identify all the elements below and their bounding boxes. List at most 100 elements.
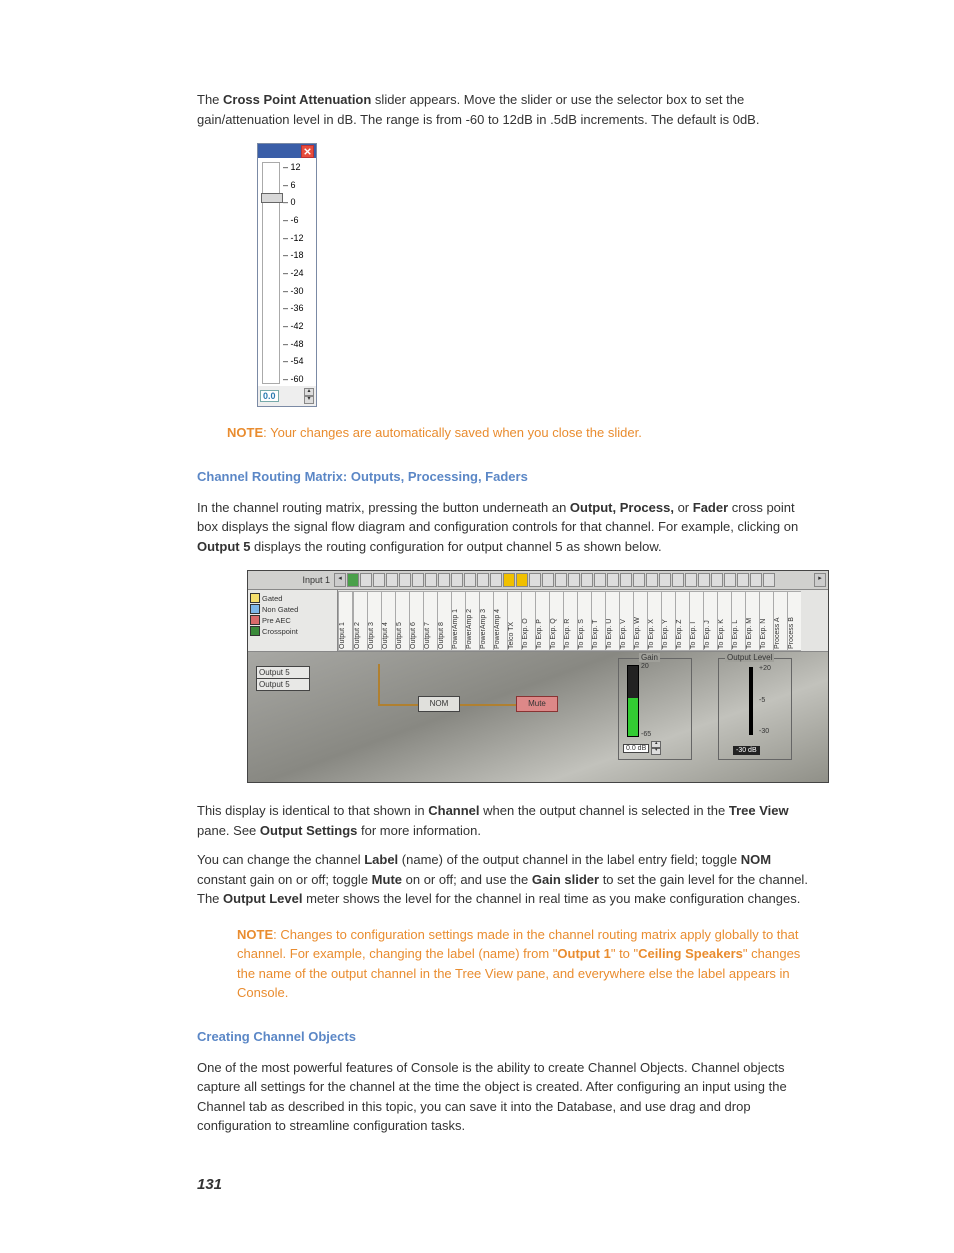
crosspoint-cell[interactable]	[594, 573, 606, 587]
column-header-button[interactable]: PowerAmp 1	[451, 591, 465, 651]
slider-value-field[interactable]: 0.0	[260, 390, 279, 402]
text: Output Level	[223, 891, 302, 906]
crosspoint-cell[interactable]	[711, 573, 723, 587]
crosspoint-cell[interactable]	[451, 573, 463, 587]
column-header-button[interactable]: To Exp. W	[633, 591, 647, 651]
column-header-button[interactable]: Output 8	[437, 591, 451, 651]
column-header-button[interactable]: Process B	[787, 591, 801, 651]
note-label: NOTE	[227, 425, 263, 440]
column-header-button[interactable]: Output 1	[338, 591, 353, 651]
column-header-button[interactable]: Output 5	[395, 591, 409, 651]
column-header-button[interactable]: Process A	[773, 591, 787, 651]
crosspoint-cell[interactable]	[672, 573, 684, 587]
column-header-button[interactable]: To Exp. X	[647, 591, 661, 651]
crosspoint-cell[interactable]	[698, 573, 710, 587]
crosspoint-cell[interactable]	[542, 573, 554, 587]
column-header-button[interactable]: To Exp. K	[717, 591, 731, 651]
legend-swatch	[250, 626, 260, 636]
crosspoint-cell[interactable]	[425, 573, 437, 587]
slider-track[interactable]	[262, 162, 280, 384]
crosspoint-cell[interactable]	[763, 573, 775, 587]
column-header-button[interactable]: To Exp. Q	[549, 591, 563, 651]
crosspoint-cell[interactable]	[360, 573, 372, 587]
gain-value-field[interactable]: 0.0 dB	[623, 744, 649, 753]
column-header-button[interactable]: Output 2	[353, 591, 367, 651]
column-header-button[interactable]: Output 3	[367, 591, 381, 651]
crosspoint-cell[interactable]	[750, 573, 762, 587]
column-header-button[interactable]: To Exp. P	[535, 591, 549, 651]
crosspoint-cell[interactable]	[620, 573, 632, 587]
crosspoint-cell[interactable]	[438, 573, 450, 587]
crosspoint-cell[interactable]	[412, 573, 424, 587]
slider-handle[interactable]	[261, 193, 283, 203]
crosspoint-cell[interactable]	[529, 573, 541, 587]
legend-item: Crosspoint	[250, 626, 335, 636]
crosspoint-cell[interactable]	[581, 573, 593, 587]
crosspoint-cell[interactable]	[399, 573, 411, 587]
crosspoint-cell[interactable]	[464, 573, 476, 587]
column-header-button[interactable]: PowerAmp 2	[465, 591, 479, 651]
column-header-button[interactable]: Output 6	[409, 591, 423, 651]
crosspoint-cell[interactable]	[633, 573, 645, 587]
tick-label: -24	[283, 268, 312, 278]
routing-paragraph: In the channel routing matrix, pressing …	[197, 498, 817, 557]
crosspoint-cell[interactable]	[568, 573, 580, 587]
column-header-button[interactable]: Output 4	[381, 591, 395, 651]
scroll-left-icon[interactable]: ◂	[334, 573, 346, 587]
crosspoint-cell[interactable]	[737, 573, 749, 587]
crosspoint-cell[interactable]	[659, 573, 671, 587]
text: or	[674, 500, 693, 515]
column-header-button[interactable]: To Exp. T	[591, 591, 605, 651]
gain-stepper[interactable]: ▴ ▾	[651, 741, 661, 755]
column-header-button[interactable]: PowerAmp 4	[493, 591, 507, 651]
stepper-down-icon[interactable]: ▾	[651, 748, 661, 755]
heading-channel-objects: Creating Channel Objects	[197, 1029, 817, 1044]
column-header-button[interactable]: To Exp. R	[563, 591, 577, 651]
crosspoint-cell[interactable]	[373, 573, 385, 587]
text: Fader	[693, 500, 728, 515]
crosspoint-cell[interactable]	[724, 573, 736, 587]
column-header-button[interactable]: To Exp. L	[731, 591, 745, 651]
column-header-button[interactable]: To Exp. I	[689, 591, 703, 651]
column-header-button[interactable]: To Exp. Y	[661, 591, 675, 651]
column-header-button[interactable]: To Exp. N	[759, 591, 773, 651]
output-label-field[interactable]: Output 5	[256, 678, 310, 691]
column-header-button[interactable]: To Exp. V	[619, 591, 633, 651]
column-header-button[interactable]: To Exp. S	[577, 591, 591, 651]
note-text: : Your changes are automatically saved w…	[263, 425, 642, 440]
crosspoint-cell[interactable]	[516, 573, 528, 587]
crosspoint-cell[interactable]	[685, 573, 697, 587]
slider-tick-labels: 1260-6-12-18-24-30-36-42-48-54-60	[283, 162, 312, 384]
scroll-right-icon[interactable]: ▸	[814, 573, 826, 587]
crosspoint-cell[interactable]	[646, 573, 658, 587]
crosspoint-cell[interactable]	[607, 573, 619, 587]
tick-label: -54	[283, 356, 312, 366]
column-header-button[interactable]: To Exp. M	[745, 591, 759, 651]
close-button[interactable]	[301, 145, 314, 158]
crosspoint-cell[interactable]	[490, 573, 502, 587]
crosspoint-cell[interactable]	[477, 573, 489, 587]
crosspoint-cell[interactable]	[347, 573, 359, 587]
tick-label: 6	[283, 180, 312, 190]
column-header-button[interactable]: Telco TX	[507, 591, 521, 651]
stepper-down-icon[interactable]: ▾	[304, 396, 314, 404]
crosspoint-cell[interactable]	[555, 573, 567, 587]
tick-label: 12	[283, 162, 312, 172]
gain-title: Gain	[639, 653, 660, 662]
crosspoint-cell[interactable]	[503, 573, 515, 587]
column-header-button[interactable]: To Exp. Z	[675, 591, 689, 651]
crosspoint-cell[interactable]	[386, 573, 398, 587]
slider-stepper[interactable]: ▴ ▾	[304, 388, 314, 404]
column-header-button[interactable]: To Exp. U	[605, 591, 619, 651]
stepper-up-icon[interactable]: ▴	[304, 388, 314, 396]
column-header-button[interactable]: Output 7	[423, 591, 437, 651]
column-header-button[interactable]: To Exp. J	[703, 591, 717, 651]
text: Tree View	[729, 803, 789, 818]
column-header-button[interactable]: PowerAmp 3	[479, 591, 493, 651]
mute-toggle[interactable]: Mute	[516, 696, 558, 712]
column-header-button[interactable]: To Exp. O	[521, 591, 535, 651]
nom-toggle[interactable]: NOM	[418, 696, 460, 712]
note-global: NOTE: Changes to configuration settings …	[237, 925, 817, 1003]
gain-slider[interactable]	[627, 665, 639, 737]
tick-label: -36	[283, 303, 312, 313]
